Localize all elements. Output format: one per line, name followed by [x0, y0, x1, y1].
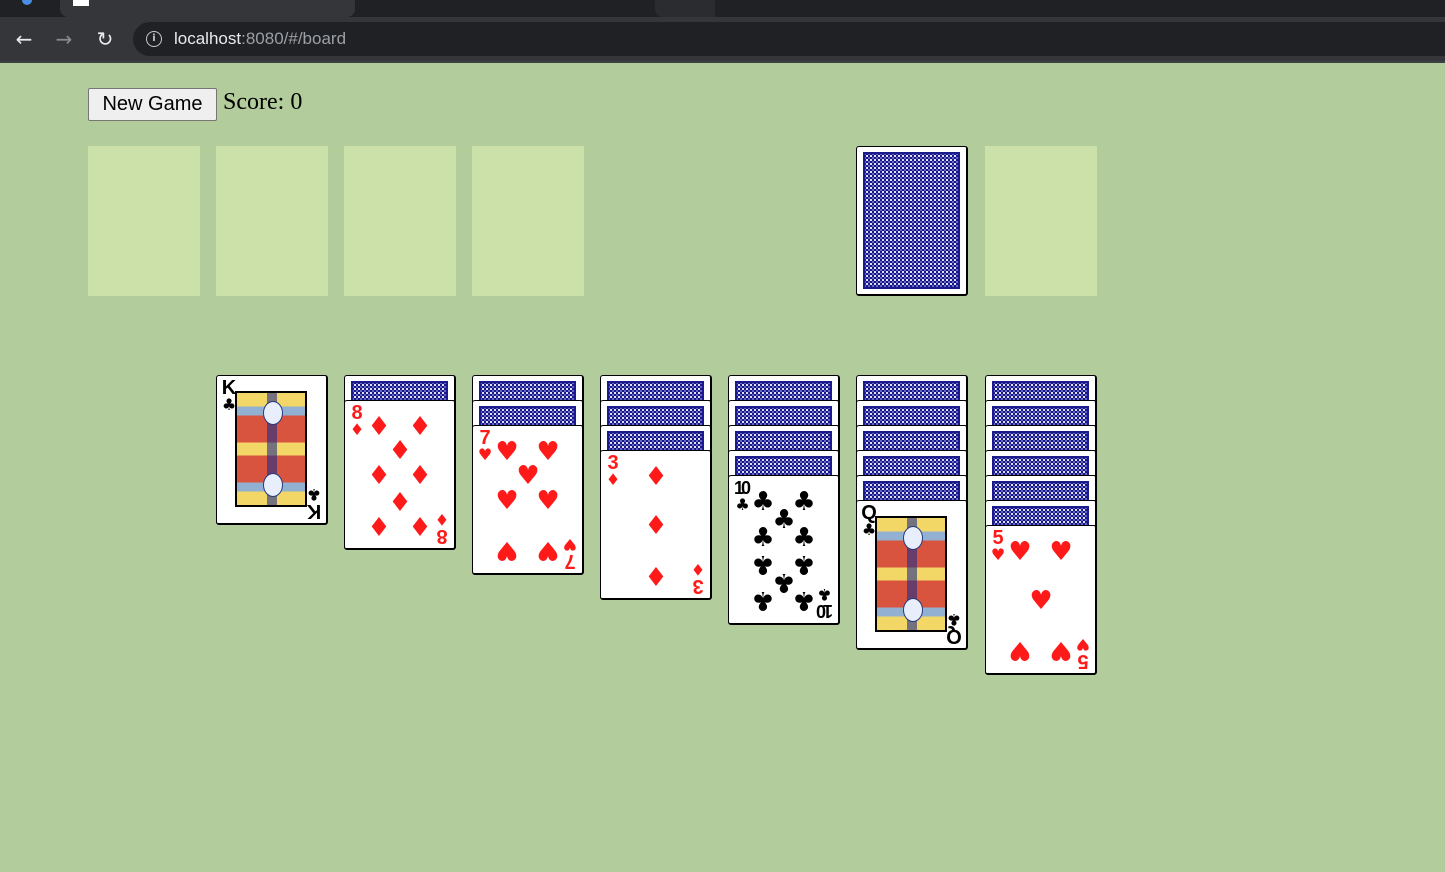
card-suit-icon: ♦ — [690, 560, 706, 579]
card-corner-index: 8 ♦ — [348, 403, 366, 439]
card-corner-index: 5 ♥ — [989, 528, 1007, 564]
foundation-slot-3[interactable] — [344, 146, 456, 296]
card-corner-index: 7 ♥ — [476, 428, 494, 464]
card-pip-icon: ♥ — [1029, 586, 1053, 616]
tableau-4-face-up-card[interactable]: 3 ♦ 3 ♦ ♦ ♦ ♦ — [600, 450, 712, 600]
card-pip-icon: ♥ — [495, 486, 519, 516]
card-suit-icon: ♦ — [434, 510, 450, 529]
foundation-slot-2[interactable] — [216, 146, 328, 296]
tableau-5-face-up-card[interactable]: 10 ♣ 10 ♣ ♣ ♣ ♣ ♣ ♣ ♣ ♣ ♣ ♣ ♣ — [728, 475, 840, 625]
url-path: :8080/#/board — [241, 29, 347, 48]
card-rank: 10 — [818, 601, 834, 621]
card-pip-icon: ♣ — [792, 523, 816, 553]
browser-tab-new[interactable] — [655, 0, 715, 17]
url-text[interactable]: localhost:8080/#/board — [174, 29, 346, 49]
card-corner-index: 10 ♣ — [732, 479, 751, 514]
card-pip-icon: ♦ — [644, 511, 668, 541]
card-pip-icon: ♥ — [495, 535, 519, 565]
card-suit-icon: ♥ — [990, 545, 1006, 564]
back-arrow-icon[interactable]: ← — [12, 27, 36, 51]
card-corner-index: 10 ♣ — [817, 585, 835, 621]
card-pip-icon: ♣ — [751, 523, 775, 553]
card-pip-icon: ♥ — [1049, 537, 1073, 567]
card-pip-icon: ♥ — [1008, 537, 1032, 567]
browser-toolbar: ← → ↻ i localhost:8080/#/board — [0, 17, 1445, 61]
forward-arrow-icon[interactable]: → — [52, 27, 76, 51]
card-pip-icon: ♥ — [1008, 635, 1032, 665]
card-pip-icon: ♦ — [644, 462, 668, 492]
card-corner-index: 3 ♦ — [604, 453, 622, 489]
foundation-slot-4[interactable] — [472, 146, 584, 296]
card-pip-icon: ♦ — [367, 510, 391, 540]
browser-tab-active[interactable] — [60, 0, 355, 17]
card-corner-index: 3 ♦ — [689, 560, 707, 597]
court-card-illustration — [235, 391, 307, 507]
card-suit-icon: ♣ — [735, 495, 749, 514]
toolbar-divider — [0, 61, 1445, 63]
tableau-1-face-up-card[interactable]: K ♣ K ♣ — [216, 375, 328, 525]
card-suit-icon: ♣ — [946, 610, 962, 629]
address-bar[interactable]: i localhost:8080/#/board — [133, 22, 1445, 56]
card-suit-icon: ♥ — [562, 535, 578, 554]
card-pip-icon: ♣ — [792, 585, 816, 615]
card-suit-icon: ♥ — [1075, 635, 1091, 654]
card-pip-icon: ♥ — [1049, 635, 1073, 665]
info-icon[interactable]: i — [146, 31, 162, 47]
card-suit-icon: ♥ — [477, 445, 493, 464]
browser-profile-icon[interactable] — [22, 0, 32, 5]
stock-pile[interactable] — [856, 146, 968, 296]
waste-slot[interactable] — [985, 146, 1097, 296]
card-pip-icon: ♦ — [408, 510, 432, 540]
card-pip-icon: ♥ — [536, 535, 560, 565]
card-back-pattern — [863, 152, 960, 289]
card-corner-index: 5 ♥ — [1074, 635, 1092, 672]
card-corner-index: 7 ♥ — [561, 535, 579, 572]
card-corner-index: 8 ♦ — [433, 510, 451, 547]
reload-icon[interactable]: ↻ — [93, 27, 117, 51]
card-suit-icon: ♣ — [306, 485, 322, 504]
tableau-3-face-up-card[interactable]: 7 ♥ 7 ♥ ♥ ♥ ♥ ♥ ♥ ♥ ♥ — [472, 425, 584, 575]
tableau-6-face-up-card[interactable]: Q ♣ Q ♣ — [856, 500, 968, 650]
card-corner-index: Q ♣ — [945, 610, 963, 647]
card-pip-icon: ♣ — [751, 585, 775, 615]
card-suit-icon: ♦ — [605, 470, 621, 489]
score-label: Score: 0 — [223, 89, 303, 115]
foundation-slot-1[interactable] — [88, 146, 200, 296]
card-suit-icon: ♦ — [349, 420, 365, 439]
new-game-button[interactable]: New Game — [88, 88, 217, 121]
card-pip-icon: ♥ — [536, 486, 560, 516]
tableau-2-face-up-card[interactable]: 8 ♦ 8 ♦ ♦ ♦ ♦ ♦ ♦ ♦ ♦ ♦ — [344, 400, 456, 550]
browser-tab-strip — [0, 0, 1445, 17]
url-host: localhost — [174, 29, 242, 48]
card-pip-icon: ♦ — [644, 560, 668, 590]
tab-favicon-icon — [73, 0, 89, 6]
card-suit-icon: ♣ — [820, 585, 832, 604]
court-card-illustration — [875, 516, 947, 632]
tableau-7-face-up-card[interactable]: 5 ♥ 5 ♥ ♥ ♥ ♥ ♥ ♥ — [985, 525, 1097, 675]
card-corner-index: K ♣ — [305, 485, 323, 522]
